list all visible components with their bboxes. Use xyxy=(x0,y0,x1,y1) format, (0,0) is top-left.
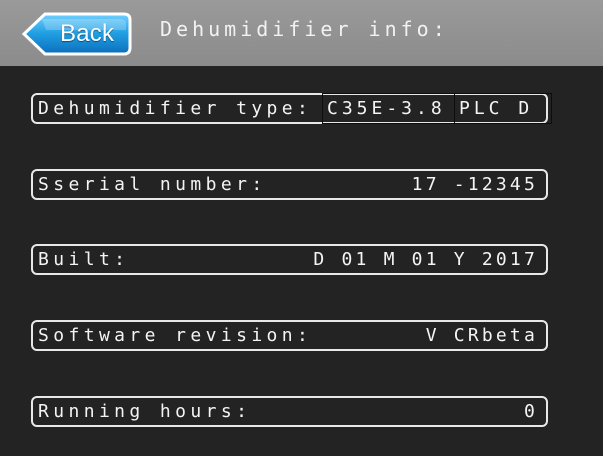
running-hours-value: 0 xyxy=(523,401,538,422)
serial-number-label: Sserial number: xyxy=(38,174,267,195)
built-date-field: Built: D 01 M 01 Y 2017 xyxy=(31,244,548,275)
built-value: D 01 M 01 Y 2017 xyxy=(313,249,538,270)
dehumidifier-type-label: Dehumidifier type: xyxy=(38,98,313,119)
dehumidifier-info-screen: Back Dehumidifier info: Dehumidifier typ… xyxy=(0,0,603,456)
back-button[interactable]: Back xyxy=(20,12,132,56)
built-label: Built: xyxy=(38,249,130,270)
dehumidifier-model-value: C35E-3.8 xyxy=(327,98,446,119)
header-bar: Back Dehumidifier info: xyxy=(0,0,603,66)
value-divider xyxy=(454,94,455,123)
plc-type-value: PLC D xyxy=(459,98,534,119)
running-hours-field: Running hours: 0 xyxy=(31,396,548,427)
page-title: Dehumidifier info: xyxy=(160,17,449,41)
back-button-label: Back xyxy=(60,20,115,47)
software-revision-field: Software revision: V CRbeta xyxy=(31,320,548,351)
dehumidifier-type-value-box: C35E-3.8 PLC D xyxy=(322,93,552,124)
software-revision-label: Software revision: xyxy=(38,325,313,346)
dehumidifier-type-field: Dehumidifier type: C35E-3.8 PLC D xyxy=(31,93,552,124)
software-revision-value: V CRbeta xyxy=(425,325,538,346)
running-hours-label: Running hours: xyxy=(38,401,252,422)
serial-number-field: Sserial number: 17 -12345 xyxy=(31,169,548,200)
serial-number-value: 17 -12345 xyxy=(411,174,538,195)
